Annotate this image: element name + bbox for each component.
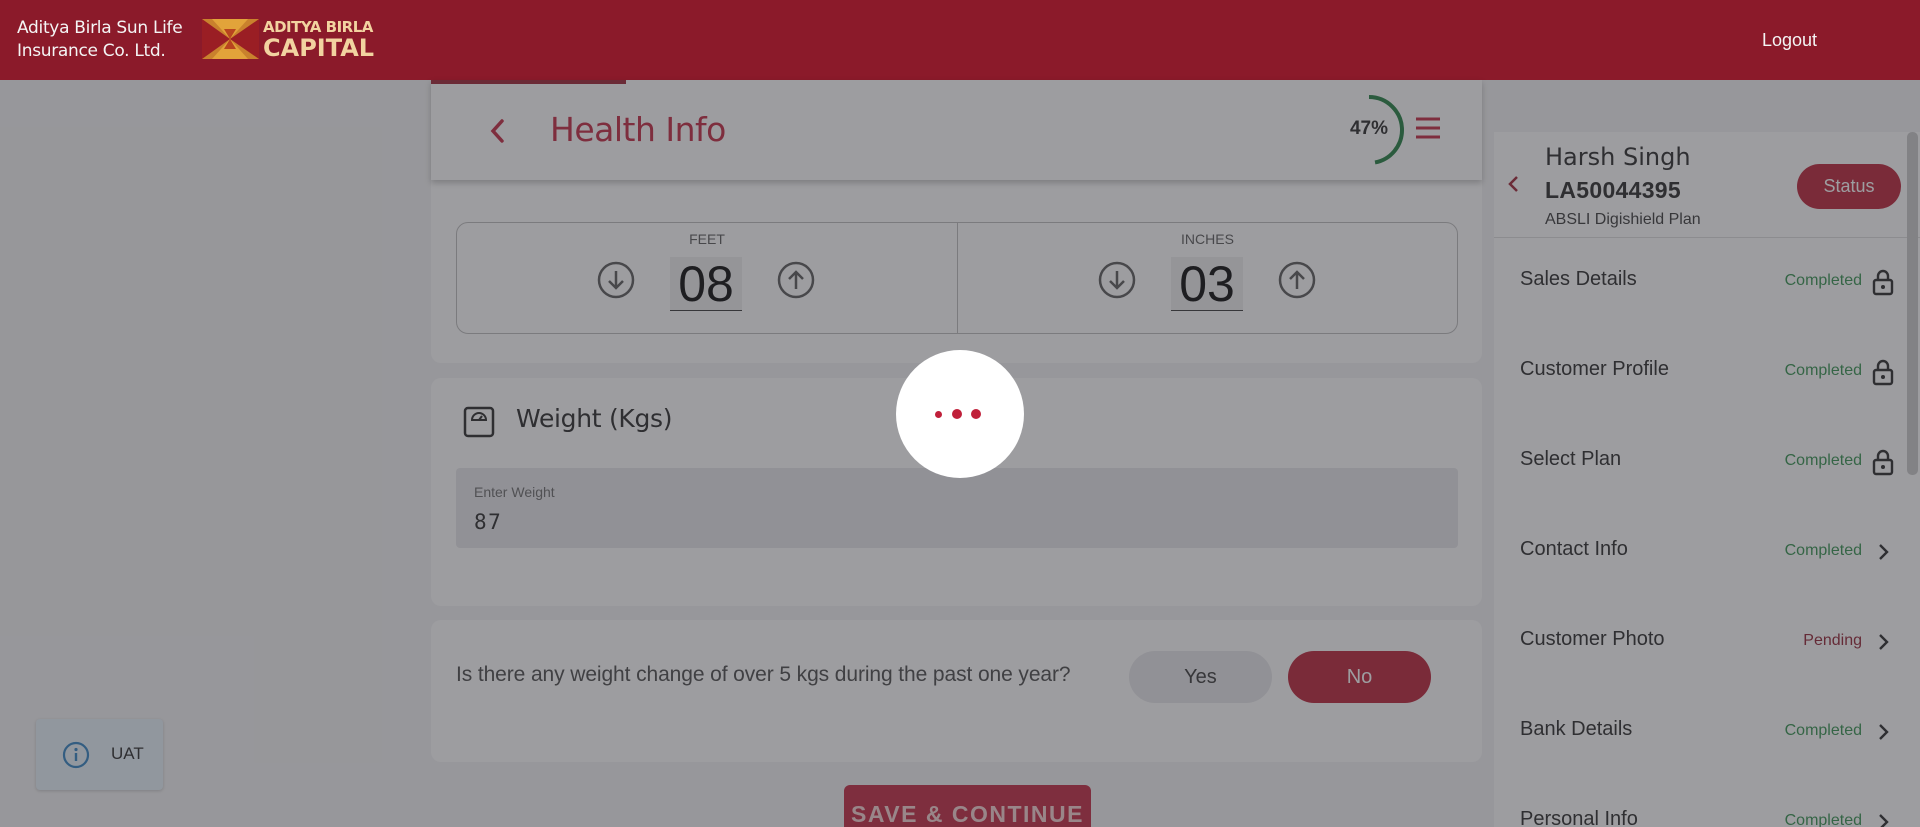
loading-dot — [935, 411, 942, 418]
loading-dot — [971, 409, 981, 419]
brand-line-2: Insurance Co. Ltd. — [17, 41, 166, 61]
aditya-birla-capital-logo: ADITYA BIRLA CAPITAL — [202, 19, 374, 60]
logo-line-2: CAPITAL — [263, 34, 375, 62]
logout-link[interactable]: Logout — [1762, 30, 1817, 51]
loading-dot — [952, 409, 962, 419]
logo-text: ADITYA BIRLA CAPITAL — [263, 19, 375, 62]
brand-name: Aditya Birla Sun Life Insurance Co. Ltd. — [17, 17, 183, 63]
top-bar: Aditya Birla Sun Life Insurance Co. Ltd.… — [0, 0, 1920, 80]
brand-line-1: Aditya Birla Sun Life — [17, 18, 183, 38]
logo-mark-icon — [202, 19, 259, 59]
loading-spinner — [896, 350, 1024, 478]
